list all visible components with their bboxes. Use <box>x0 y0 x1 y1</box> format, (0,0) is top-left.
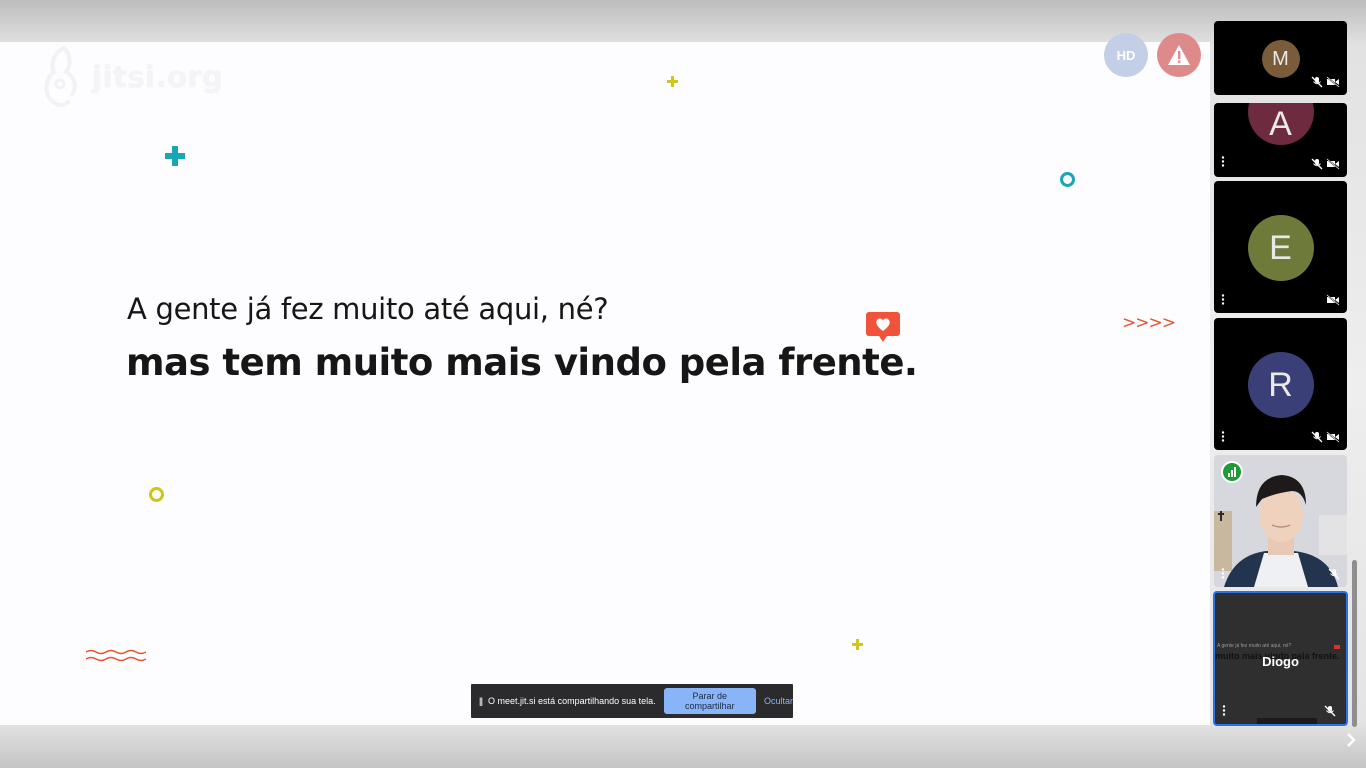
local-video-tile[interactable] <box>1214 455 1347 587</box>
slide-headline-line1: A gente já fez muito até aqui, né? <box>127 292 609 326</box>
participant-tile[interactable]: A <box>1214 103 1347 177</box>
screen-preview-line: A gente já fez muito até aqui, né? <box>1217 643 1292 649</box>
avatar: R <box>1247 352 1314 418</box>
slide-headline-line2: mas tem muito mais vindo pela frente. <box>126 341 918 384</box>
shared-screen-stage: jitsi.org >>>> A gente já fez muito até … <box>0 42 1210 725</box>
avatar: M <box>1261 40 1300 78</box>
teal-ring-decoration <box>1060 172 1075 187</box>
pause-icon: || <box>479 696 483 706</box>
screen-share-tile[interactable]: A gente já fez muito até aqui, né? muito… <box>1213 591 1348 726</box>
jitsi-logo-icon <box>44 46 77 107</box>
camera-off-icon <box>1326 431 1340 443</box>
heart-icon <box>866 312 900 342</box>
more-options-icon[interactable] <box>1222 705 1226 716</box>
avatar: A <box>1247 103 1314 145</box>
screen-share-notification: || O meet.jit.si está compartilhando sua… <box>471 684 793 718</box>
waves-decoration <box>86 649 146 662</box>
hide-link[interactable]: Ocultar <box>764 696 793 706</box>
camera-off-icon <box>1326 76 1340 88</box>
participant-tile[interactable]: M <box>1214 21 1347 95</box>
more-options-icon[interactable] <box>1221 156 1225 167</box>
mic-muted-icon <box>1311 76 1323 88</box>
yellow-plus-decoration <box>667 76 678 87</box>
mic-muted-icon <box>1328 568 1340 580</box>
participant-tile[interactable]: E <box>1214 181 1347 313</box>
chevron-right-icon[interactable] <box>1344 731 1358 749</box>
quality-badge[interactable]: HD <box>1104 33 1148 77</box>
stop-sharing-button[interactable]: Parar de compartilhar <box>663 688 756 714</box>
jitsi-logo: jitsi.org <box>40 42 223 110</box>
camera-off-icon <box>1326 294 1340 306</box>
screen-preview-marker <box>1334 645 1340 649</box>
more-options-icon[interactable] <box>1221 568 1225 579</box>
yellow-plus-decoration <box>852 639 863 650</box>
more-options-icon[interactable] <box>1221 294 1225 305</box>
mic-muted-icon <box>1311 431 1323 443</box>
share-message: O meet.jit.si está compartilhando sua te… <box>488 696 656 706</box>
more-options-icon[interactable] <box>1221 431 1225 442</box>
warning-icon[interactable] <box>1157 33 1201 77</box>
camera-off-icon <box>1326 158 1340 170</box>
filmstrip-scrollbar[interactable] <box>1352 560 1357 727</box>
chevrons-decoration: >>>> <box>1122 313 1176 333</box>
teal-plus-decoration <box>165 146 185 166</box>
connection-signal-icon[interactable] <box>1221 461 1243 483</box>
participant-tile[interactable]: R <box>1214 318 1347 450</box>
warning-triangle-icon <box>1168 45 1190 65</box>
avatar: E <box>1247 215 1314 281</box>
yellow-ring-decoration <box>149 487 164 502</box>
logo-text: jitsi.org <box>92 60 224 94</box>
screen-preview-bar <box>1257 718 1317 724</box>
mic-muted-icon <box>1324 705 1336 717</box>
participant-name: Diogo <box>1262 654 1299 669</box>
mic-muted-icon <box>1311 158 1323 170</box>
